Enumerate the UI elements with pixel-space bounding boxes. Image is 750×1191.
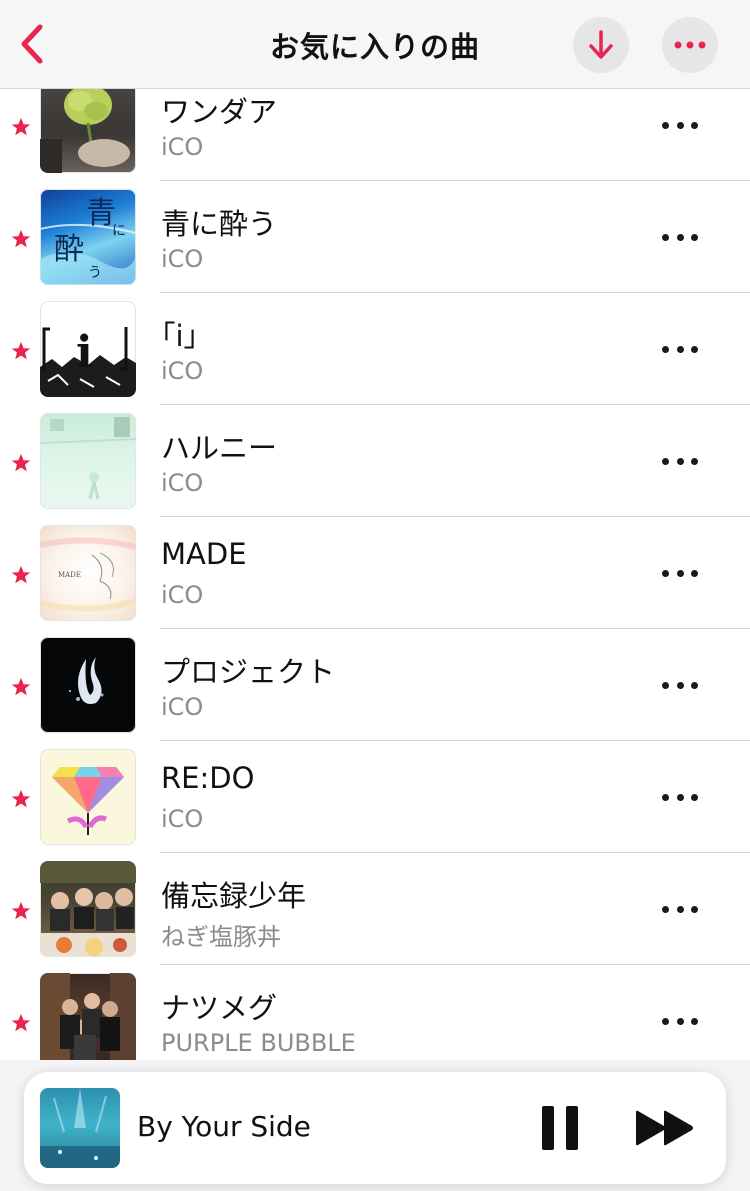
song-info: RE:DO iCO [160, 741, 750, 853]
song-more-button[interactable] [662, 673, 698, 697]
song-info: プロジェクト iCO [160, 629, 750, 741]
now-playing-art [40, 1088, 120, 1168]
song-row[interactable]: i ｢i｣ iCO [0, 293, 750, 405]
album-art: 青 に 酔 う [40, 189, 136, 285]
star-icon [11, 117, 31, 136]
song-more-button[interactable] [662, 225, 698, 249]
song-list: ワンダア iCO 青 に 酔 う 青に酔う iCO i ｢i｣ iCO ハルニー… [0, 69, 750, 1077]
download-button[interactable] [573, 17, 629, 73]
song-more-button[interactable] [662, 113, 698, 137]
song-artist: iCO [161, 245, 204, 273]
album-art: i [40, 301, 136, 397]
ellipsis-icon [674, 41, 706, 49]
svg-text:に: に [112, 223, 126, 239]
song-title: プロジェクト [161, 655, 336, 689]
song-artist: iCO [161, 581, 204, 609]
album-art [40, 749, 136, 845]
song-row[interactable]: プロジェクト iCO [0, 629, 750, 741]
svg-text:i: i [76, 327, 93, 378]
mini-player[interactable]: By Your Side [24, 1072, 726, 1184]
arrow-down-icon [589, 30, 613, 59]
album-art [40, 861, 136, 957]
now-playing-title: By Your Side [137, 1110, 311, 1143]
song-more-button[interactable] [662, 897, 698, 921]
album-art: MADE [40, 525, 136, 621]
song-title: ハルニー [161, 431, 278, 465]
song-artist: iCO [161, 357, 204, 385]
album-art [40, 413, 136, 509]
star-icon [11, 789, 31, 808]
fast-forward-button[interactable] [634, 1110, 696, 1146]
svg-text:MADE: MADE [58, 571, 81, 579]
pause-button[interactable] [542, 1106, 580, 1150]
song-more-button[interactable] [662, 337, 698, 361]
song-info: ｢i｣ iCO [160, 293, 750, 405]
star-icon [11, 677, 31, 696]
song-more-button[interactable] [662, 785, 698, 809]
song-more-button[interactable] [662, 561, 698, 585]
svg-text:酔: 酔 [54, 232, 84, 267]
album-art [40, 637, 136, 733]
song-artist: iCO [161, 693, 204, 721]
song-row[interactable]: 備忘録少年 ねぎ塩豚丼 [0, 853, 750, 965]
fast-forward-icon [636, 1110, 693, 1146]
album-art [40, 77, 136, 173]
song-more-button[interactable] [662, 1009, 698, 1033]
star-icon [11, 229, 31, 248]
song-info: 備忘録少年 ねぎ塩豚丼 [160, 853, 750, 965]
song-artist: ねぎ塩豚丼 [161, 923, 281, 951]
song-title: 備忘録少年 [161, 879, 307, 913]
star-icon [11, 565, 31, 584]
song-artist: PURPLE BUBBLE [161, 1029, 356, 1057]
song-title: MADE [161, 537, 247, 571]
song-artist: iCO [161, 805, 204, 833]
song-more-button[interactable] [662, 449, 698, 473]
more-options-button[interactable] [662, 17, 718, 73]
song-artist: iCO [161, 469, 204, 497]
svg-text:う: う [88, 265, 102, 281]
song-title: ナツメグ [161, 991, 278, 1025]
song-title: ワンダア [161, 95, 278, 129]
song-row[interactable]: ハルニー iCO [0, 405, 750, 517]
song-title: ｢i｣ [161, 319, 199, 353]
nav-header: お気に入りの曲 [0, 0, 750, 89]
star-icon [11, 341, 31, 360]
song-row[interactable]: MADE MADE iCO [0, 517, 750, 629]
song-artist: iCO [161, 133, 204, 161]
page-title: お気に入りの曲 [269, 30, 480, 64]
song-row[interactable]: 青 に 酔 う 青に酔う iCO [0, 181, 750, 293]
star-icon [11, 453, 31, 472]
song-info: MADE iCO [160, 517, 750, 629]
song-info: ハルニー iCO [160, 405, 750, 517]
song-info: 青に酔う iCO [160, 181, 750, 293]
star-icon [11, 1013, 31, 1032]
song-title: 青に酔う [161, 207, 278, 241]
song-row[interactable]: RE:DO iCO [0, 741, 750, 853]
album-art [40, 973, 136, 1069]
song-title: RE:DO [161, 761, 255, 795]
star-icon [11, 901, 31, 920]
